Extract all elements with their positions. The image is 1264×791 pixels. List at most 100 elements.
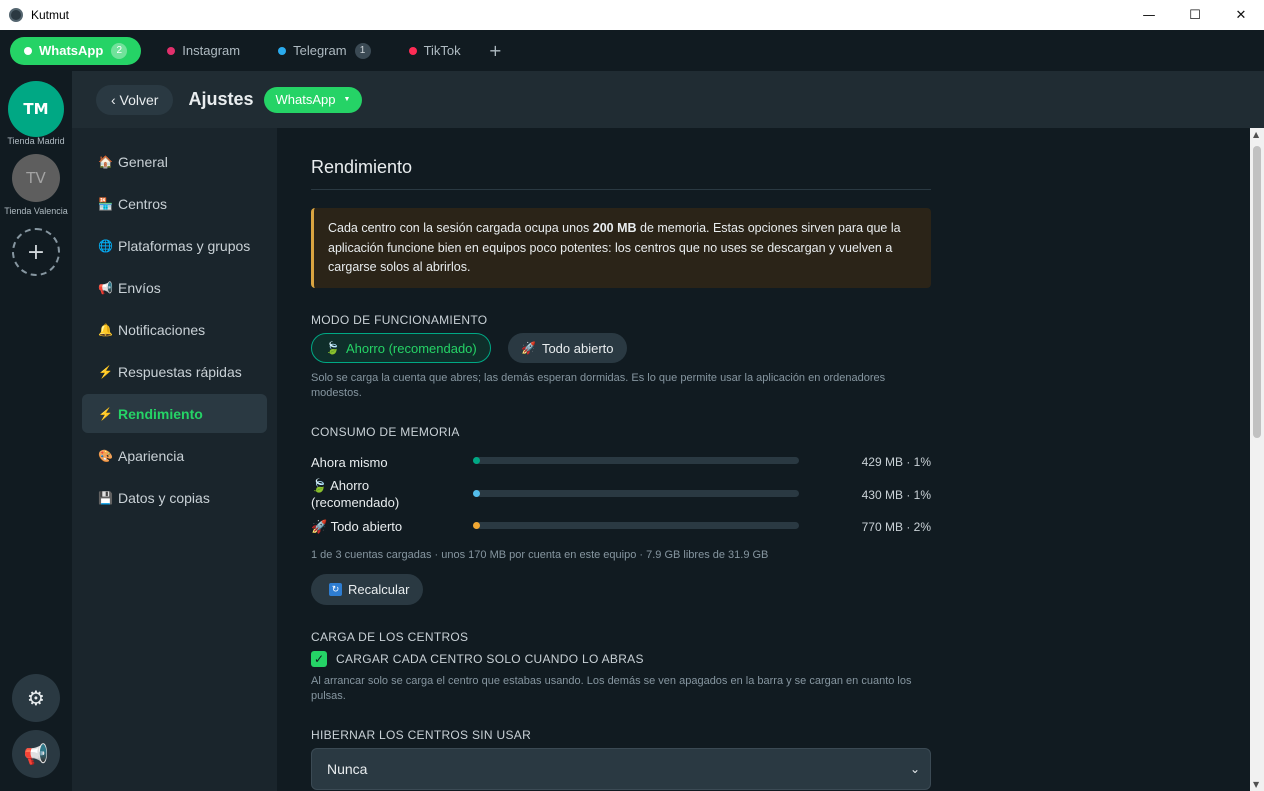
nav-item-respuestas[interactable]: ⚡ Respuestas rápidas [82, 352, 267, 391]
bell-icon: 🔔 [98, 322, 113, 337]
store-icon: 🏪 [98, 196, 113, 211]
memory-label: CONSUMO DE MEMORIA [311, 425, 460, 439]
chevron-down-icon: ▼ [343, 96, 351, 103]
memory-summary: 1 de 3 cuentas cargadas · unos 170 MB po… [311, 549, 769, 561]
announcements-icon[interactable]: 📢 [12, 730, 60, 778]
globe-icon: 🌐 [98, 238, 113, 253]
megaphone-icon: 📢 [98, 280, 113, 295]
tab-label: Instagram [182, 43, 241, 58]
window-title: Kutmut [31, 8, 70, 22]
back-button[interactable]: ‹ Volver [96, 84, 174, 115]
settings-header: ‹ Volver Ajustes WhatsApp ▼ [72, 71, 1264, 128]
tab-instagram[interactable]: Instagram [155, 37, 252, 65]
nav-item-general[interactable]: 🏠 General [82, 142, 267, 181]
nav-item-centros[interactable]: 🏪 Centros [82, 184, 267, 223]
tab-label: WhatsApp [39, 43, 104, 58]
refresh-icon: ↻ [329, 583, 342, 596]
close-button[interactable]: ✕ [1218, 0, 1264, 30]
rocket-icon: 🚀 [521, 341, 536, 355]
tab-whatsapp[interactable]: WhatsApp 2 [10, 36, 142, 65]
nav-item-notificaciones[interactable]: 🔔 Notificaciones [82, 310, 267, 349]
avatar-tienda-madrid[interactable]: TM [8, 81, 64, 137]
nav-item-label: Respuestas rápidas [118, 363, 242, 380]
recalculate-button[interactable]: ↻ Recalcular [311, 574, 424, 605]
scroll-down-icon[interactable]: ▼ [1253, 780, 1259, 789]
mode-label: Todo abierto [541, 340, 614, 356]
scroll-up-icon[interactable]: ▲ [1253, 130, 1259, 139]
mode-label: MODO DE FUNCIONAMIENTO [311, 313, 488, 327]
mode-hint: Solo se carga la cuenta que abres; las d… [311, 372, 886, 399]
tab-tiktok[interactable]: TikTok [397, 37, 473, 65]
page-title: Ajustes [188, 89, 254, 109]
nav-item-label: Rendimiento [118, 405, 203, 422]
nav-item-label: Centros [118, 195, 168, 212]
nav-item-plataformas[interactable]: 🌐 Plataformas y grupos [82, 226, 267, 265]
checkmark-icon: ✓ [313, 652, 325, 666]
avatar-label: Tienda Valencia [4, 206, 68, 216]
info-box: Cada centro con la sesión cargada ocupa … [311, 208, 931, 288]
settings-gear-icon[interactable]: ⚙ [12, 674, 60, 722]
nav-item-rendimiento[interactable]: ⚡ Rendimiento [82, 394, 267, 433]
memory-bar [473, 490, 799, 497]
app-logo-icon [9, 8, 23, 22]
hibernate-label: HIBERNAR LOS CENTROS SIN USAR [311, 728, 532, 742]
nav-item-apariencia[interactable]: 🎨 Apariencia [82, 436, 267, 475]
nav-item-envios[interactable]: 📢 Envíos [82, 268, 267, 307]
add-account-button[interactable]: + [12, 228, 60, 276]
mode-ahorro-button[interactable]: 🍃 Ahorro (recomendado) [311, 333, 491, 363]
memory-row-name: 🍃 Ahorro (recomendado) [311, 477, 431, 511]
recalculate-label: Recalcular [348, 582, 410, 597]
memory-value: 429 MB · 1% [861, 455, 931, 469]
mode-todo-abierto-button[interactable]: 🚀 Todo abierto [508, 333, 627, 363]
nav-item-label: Notificaciones [118, 321, 206, 338]
nav-item-label: Envíos [118, 279, 161, 296]
memory-bar-fill [473, 457, 480, 464]
memory-bar-fill [473, 490, 480, 497]
avatar-label: Tienda Madrid [7, 136, 65, 146]
load-label: CARGA DE LOS CENTROS [311, 630, 469, 644]
palette-icon: 🎨 [98, 448, 113, 463]
platform-tabs: WhatsApp 2 Instagram Telegram 1 TikTok + [0, 30, 1264, 71]
status-dot-icon [408, 46, 417, 55]
memory-row-label: Todo abierto [330, 519, 403, 534]
memory-row-name: Ahora mismo [311, 455, 388, 470]
load-on-open-checkbox[interactable]: ✓ [311, 651, 327, 667]
add-tab-button[interactable]: + [489, 41, 502, 60]
minimize-button[interactable]: — [1126, 0, 1172, 30]
divider [311, 189, 931, 190]
platform-dropdown[interactable]: WhatsApp ▼ [263, 86, 363, 113]
memory-value: 770 MB · 2% [861, 520, 931, 534]
nav-item-label: General [118, 153, 168, 170]
accounts-rail: TM Tienda Madrid TV Tienda Valencia + ⚙ … [0, 71, 72, 791]
nav-item-label: Datos y copias [118, 489, 210, 506]
floppy-disk-icon: 💾 [98, 490, 113, 505]
settings-nav: 🏠 General 🏪 Centros 🌐 Plataformas y grupos … [72, 128, 277, 791]
section-title: Rendimiento [311, 157, 413, 177]
memory-row: 🚀 Todo abierto 770 MB · 2% [311, 518, 931, 552]
platform-label: WhatsApp [275, 92, 336, 107]
memory-value: 430 MB · 1% [861, 488, 931, 502]
lightning-icon: ⚡ [98, 406, 113, 421]
avatar-tienda-valencia[interactable]: TV [12, 154, 60, 202]
unread-badge: 1 [354, 42, 371, 59]
leaf-icon: 🍃 [311, 478, 328, 493]
leaf-icon: 🍃 [325, 341, 340, 355]
load-hint: Al arrancar solo se carga el centro que … [311, 675, 912, 702]
mode-label: Ahorro (recomendado) [345, 340, 477, 356]
memory-row-name: 🚀 Todo abierto [311, 518, 402, 535]
settings-content: Rendimiento Cada centro con la sesión ca… [277, 128, 1250, 791]
status-dot-icon [167, 46, 176, 55]
hibernate-select[interactable]: Nunca ⌄ [311, 748, 931, 790]
scrollbar[interactable]: ▲ ▼ [1250, 128, 1264, 791]
nav-item-label: Plataformas y grupos [118, 237, 251, 254]
hibernate-value: Nunca [327, 761, 368, 777]
maximize-button[interactable]: ☐ [1172, 0, 1218, 30]
lightning-icon: ⚡ [98, 364, 113, 379]
tab-telegram[interactable]: Telegram 1 [266, 37, 382, 65]
nav-item-datos[interactable]: 💾 Datos y copias [82, 478, 267, 517]
nav-item-label: Apariencia [118, 447, 185, 464]
status-dot-icon [278, 46, 287, 55]
window-titlebar: Kutmut — ☐ ✕ [0, 0, 1264, 30]
load-on-open-label[interactable]: CARGAR CADA CENTRO SOLO CUANDO LO ABRAS [336, 652, 644, 666]
scrollbar-thumb[interactable] [1253, 146, 1261, 438]
